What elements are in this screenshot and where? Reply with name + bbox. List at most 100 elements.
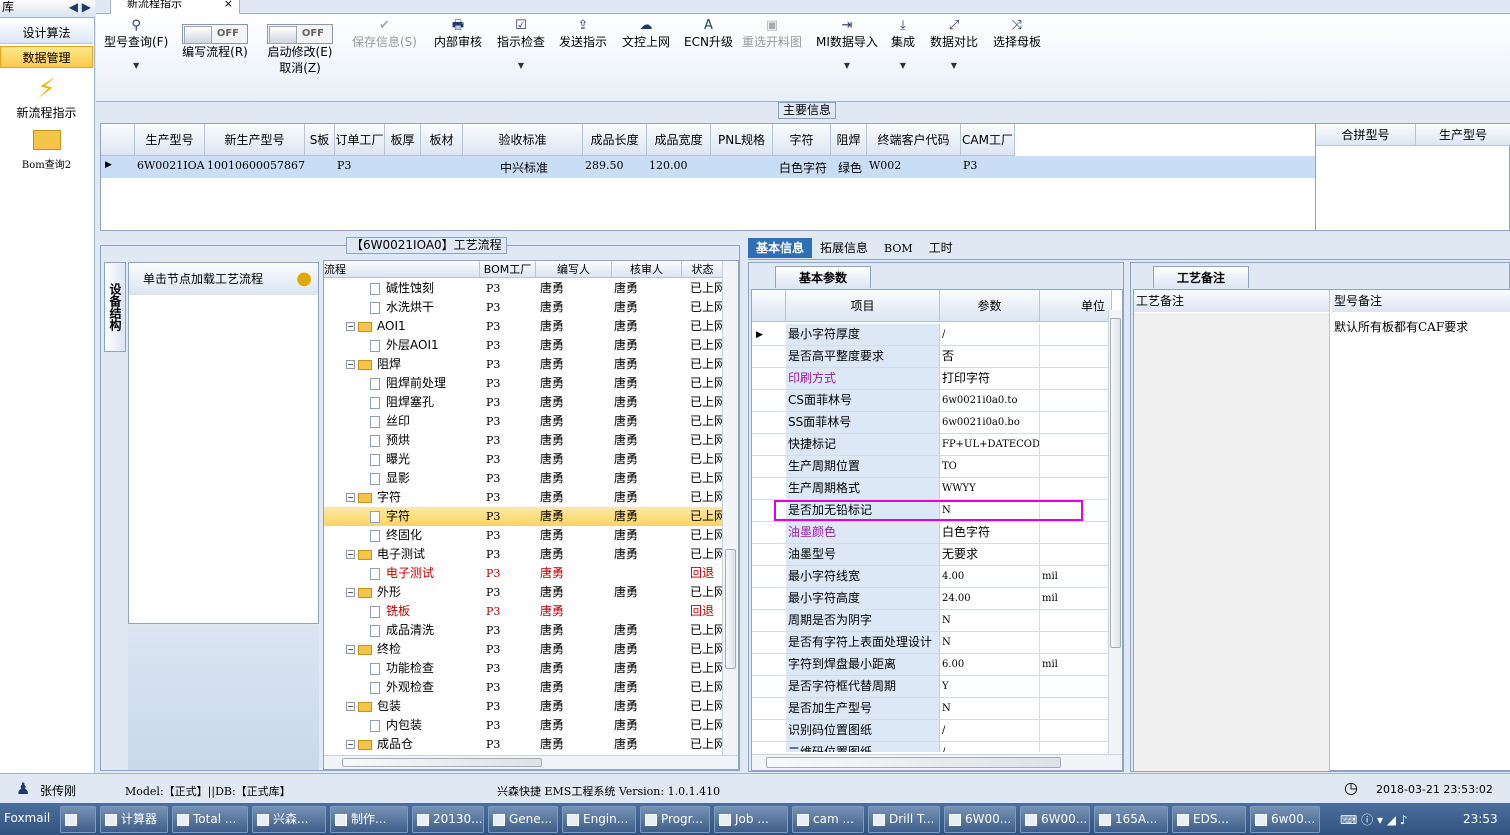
table-row[interactable]: ▶ 6W0021IOA0 10010600057867 P3 中兴标准 289.50 120… — [101, 156, 1315, 178]
tree-node[interactable]: 水洗烘干 — [370, 298, 500, 317]
close-icon[interactable]: × — [224, 0, 233, 11]
process-remark-field[interactable] — [1134, 313, 1330, 771]
param-row[interactable]: 油墨颜色 白色字符 — [752, 522, 1112, 544]
grid-cell[interactable]: 10010600057867 — [207, 159, 305, 172]
tree-row[interactable]: 功能检查 P3 唐勇 唐勇 已上网 — [324, 659, 724, 678]
param-value[interactable]: 24.00 — [940, 588, 1040, 609]
tree-node[interactable]: 阻焊前处理 — [370, 374, 500, 393]
taskbar-item[interactable]: Engin... — [562, 806, 636, 833]
param-value[interactable]: WWYY — [940, 478, 1040, 499]
tree-node[interactable]: − 包装 — [346, 697, 476, 716]
tree-row[interactable]: 内包装 P3 唐勇 唐勇 已上网 — [324, 716, 724, 735]
column-header[interactable]: 参数 — [940, 290, 1040, 322]
compare-button[interactable]: ⤢ 数据对比 ▼ — [930, 18, 978, 74]
param-row[interactable]: 字符到焊盘最小距离 6.00 mil — [752, 654, 1112, 676]
column-header[interactable]: 项目 — [786, 290, 940, 322]
taskbar-item[interactable]: Gene... — [488, 806, 558, 833]
tree-row[interactable]: − AOI1 P3 唐勇 唐勇 已上网 — [324, 317, 724, 336]
param-value[interactable]: N — [940, 698, 1040, 719]
param-value[interactable]: 6w0021i0a0.to — [940, 390, 1040, 411]
tree-node[interactable]: − 电子测试 — [346, 545, 476, 564]
tree-row[interactable]: − 字符 P3 唐勇 唐勇 已上网 — [324, 488, 724, 507]
tree-node[interactable]: − 字符 — [346, 488, 476, 507]
tree-node[interactable]: 外观检查 — [370, 678, 500, 697]
integrate-button[interactable]: ⤓ 集成 ▼ — [891, 18, 915, 74]
collapse-icon[interactable]: − — [346, 740, 355, 749]
tree-node[interactable]: 碱性蚀刻 — [370, 279, 500, 298]
tree-node[interactable]: 电子测试 — [370, 564, 500, 583]
tree-row[interactable]: 终固化 P3 唐勇 唐勇 已上网 — [324, 526, 724, 545]
tree-column-header[interactable]: 流程 — [324, 261, 480, 278]
tree-row[interactable]: 水洗烘干 P3 唐勇 唐勇 已上网 — [324, 298, 724, 317]
column-header[interactable]: 板材 — [421, 124, 463, 156]
taskbar-item[interactable]: 制作... — [330, 806, 408, 833]
tray-icons[interactable]: ⌨ ⓘ ▾ ◢ ♪ — [1340, 811, 1408, 828]
send-button[interactable]: ⇪ 发送指示 — [559, 18, 607, 50]
collapse-icon[interactable]: − — [346, 550, 355, 559]
param-value[interactable]: FP+UL+DATECODE — [940, 434, 1040, 455]
collapse-icon[interactable]: − — [346, 360, 355, 369]
review-button[interactable]: 🖶 内部审核 — [434, 18, 482, 50]
column-header[interactable]: CAM工厂 — [961, 124, 1015, 156]
tab-bom[interactable]: BOM — [876, 239, 921, 259]
tree-node[interactable]: 丝印 — [370, 412, 500, 431]
params-vscroll[interactable] — [1108, 310, 1122, 754]
collapse-icon[interactable]: − — [346, 588, 355, 597]
tree-row[interactable]: 曝光 P3 唐勇 唐勇 已上网 — [324, 450, 724, 469]
tree-node[interactable]: 预烘 — [370, 431, 500, 450]
grid-cell[interactable]: P3 — [337, 159, 385, 172]
tree-row[interactable]: 字符 P3 唐勇 唐勇 已上网 — [324, 507, 724, 526]
column-header[interactable]: 生产型号 — [135, 124, 205, 156]
column-header[interactable]: 验收标准 — [463, 124, 583, 156]
tree-row[interactable]: 阻焊塞孔 P3 唐勇 唐勇 已上网 — [324, 393, 724, 412]
tree-node[interactable]: 铣板 — [370, 602, 500, 621]
param-value[interactable]: 6.00 — [940, 654, 1040, 675]
remarks-tab[interactable]: 工艺备注 — [1153, 266, 1249, 288]
nav-data-management[interactable]: 数据管理 — [0, 46, 93, 68]
column-header[interactable]: 字符 — [773, 124, 831, 156]
tree-row[interactable]: 铣板 P3 唐勇 回退 — [324, 602, 724, 621]
tab-work-hours[interactable]: 工时 — [921, 238, 961, 258]
tree-column-header[interactable]: 核审人 — [612, 261, 682, 278]
param-row[interactable]: 油墨型号 无要求 — [752, 544, 1112, 566]
tree-node[interactable]: 字符 — [370, 507, 500, 526]
param-value[interactable]: 6w0021i0a0.bo — [940, 412, 1040, 433]
tree-node[interactable]: 阻焊塞孔 — [370, 393, 500, 412]
collapse-icon[interactable]: − — [346, 493, 355, 502]
taskbar-item[interactable]: cam ... — [792, 806, 864, 833]
taskbar-item[interactable]: Foxmail — [0, 806, 56, 833]
new-flow-shortcut[interactable]: ⚡ 新流程指示 — [0, 74, 93, 121]
start-edit-toggle[interactable]: OFF 启动修改(E) 取消(Z) — [267, 24, 333, 76]
param-row[interactable]: 快捷标记 FP+UL+DATECODE — [752, 434, 1112, 456]
param-row[interactable]: 生产周期位置 TO — [752, 456, 1112, 478]
tree-row[interactable]: − 终检 P3 唐勇 唐勇 已上网 — [324, 640, 724, 659]
tree-row[interactable]: 外层AOI1 P3 唐勇 唐勇 已上网 — [324, 336, 724, 355]
tab-basic-info[interactable]: 基本信息 — [748, 238, 813, 258]
taskbar-item[interactable]: 兴森... — [252, 806, 326, 833]
taskbar-item[interactable]: 165A... — [1094, 806, 1168, 833]
taskbar-item[interactable]: Progr... — [640, 806, 710, 833]
grid-cell[interactable]: 绿色 — [833, 159, 867, 176]
grid-cell[interactable]: 中兴标准 — [465, 159, 583, 176]
tree-node[interactable]: − 成品仓 — [346, 735, 476, 754]
param-row[interactable]: 是否高平整度要求否 — [752, 346, 1112, 368]
taskbar-item[interactable]: 6W00... — [944, 806, 1016, 833]
param-value[interactable]: / — [940, 742, 1040, 752]
save-button[interactable]: ✔ 保存信息(S) — [352, 18, 417, 50]
tree-node[interactable]: 内包装 — [370, 716, 500, 735]
tree-node[interactable]: 成品清洗 — [370, 621, 500, 640]
grid-cell[interactable]: 120.00 — [649, 159, 711, 172]
params-tab[interactable]: 基本参数 — [775, 266, 871, 288]
column-header[interactable]: 新生产型号 — [205, 124, 305, 156]
tree-row[interactable]: − 外形 P3 唐勇 唐勇 已上网 — [324, 583, 724, 602]
taskbar-item[interactable]: 计算器 — [100, 806, 168, 833]
taskbar-item[interactable] — [60, 806, 96, 833]
param-row[interactable]: 印刷方式 打印字符 — [752, 368, 1112, 390]
param-value[interactable]: 否 — [940, 346, 1040, 367]
tree-node[interactable]: − 终检 — [346, 640, 476, 659]
param-row[interactable]: CS面菲林号 6w0021i0a0.to — [752, 390, 1112, 412]
column-header[interactable]: 终端客户代码 — [867, 124, 961, 156]
column-header[interactable]: 单位 — [1040, 290, 1112, 322]
taskbar-item[interactable]: EDS... — [1172, 806, 1246, 833]
tree-node[interactable]: − AOI1 — [346, 317, 476, 336]
